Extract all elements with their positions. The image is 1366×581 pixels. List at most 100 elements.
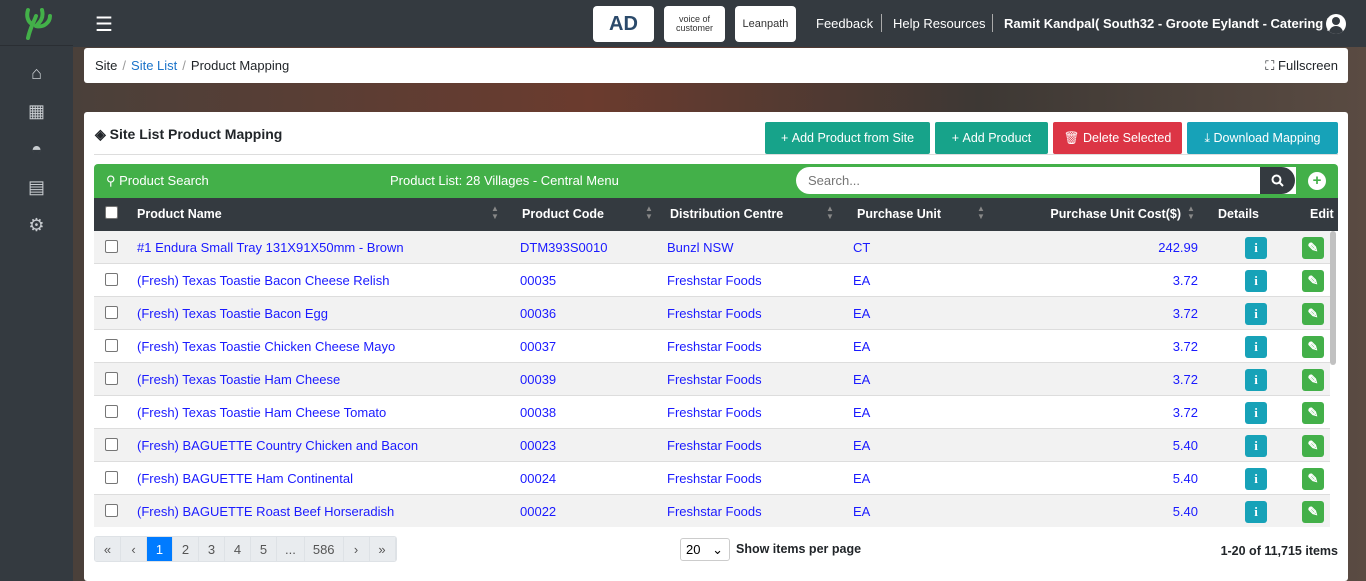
info-icon[interactable]: i <box>1245 303 1267 325</box>
add-circle-icon[interactable]: + <box>1308 172 1326 190</box>
purchase-unit-cost[interactable]: 5.40 <box>1173 438 1198 453</box>
row-checkbox[interactable] <box>105 471 118 484</box>
table-scrollbar[interactable] <box>1330 231 1336 365</box>
product-code[interactable]: 00022 <box>520 504 556 519</box>
product-code[interactable]: 00039 <box>520 372 556 387</box>
purchase-unit[interactable]: EA <box>853 438 870 453</box>
row-checkbox[interactable] <box>105 405 118 418</box>
search-input[interactable] <box>796 167 1296 194</box>
info-icon[interactable]: i <box>1245 402 1267 424</box>
purchase-unit[interactable]: EA <box>853 306 870 321</box>
product-name[interactable]: (Fresh) Texas Toastie Bacon Cheese Relis… <box>137 273 389 288</box>
user-name[interactable]: Ramit Kandpal( South32 - Groote Eylandt … <box>1004 16 1331 31</box>
product-name[interactable]: (Fresh) Texas Toastie Ham Cheese <box>137 372 340 387</box>
product-code[interactable]: 00035 <box>520 273 556 288</box>
edit-icon[interactable]: ✎ <box>1302 369 1324 391</box>
purchase-unit-cost[interactable]: 3.72 <box>1173 339 1198 354</box>
purchase-unit[interactable]: EA <box>853 471 870 486</box>
breadcrumb-site-list[interactable]: Site List <box>131 58 177 73</box>
row-checkbox[interactable] <box>105 306 118 319</box>
edit-icon[interactable]: ✎ <box>1302 435 1324 457</box>
hamburger-icon[interactable]: ☰ <box>95 12 113 37</box>
page-button[interactable]: 586 <box>304 537 344 561</box>
distribution-centre[interactable]: Freshstar Foods <box>667 273 762 288</box>
product-name[interactable]: #1 Endura Small Tray 131X91X50mm - Brown <box>137 240 404 255</box>
product-name[interactable]: (Fresh) BAGUETTE Ham Continental <box>137 471 353 486</box>
product-name[interactable]: (Fresh) Texas Toastie Bacon Egg <box>137 306 328 321</box>
row-checkbox[interactable] <box>105 273 118 286</box>
feedback-link[interactable]: Feedback <box>816 16 873 31</box>
distribution-centre[interactable]: Freshstar Foods <box>667 372 762 387</box>
col-purchase-unit-cost[interactable]: Purchase Unit Cost($) <box>1050 207 1181 221</box>
distribution-centre[interactable]: Freshstar Foods <box>667 504 762 519</box>
home-icon[interactable]: ⌂ <box>0 54 73 92</box>
add-product-button[interactable]: + Add Product <box>935 122 1048 154</box>
info-icon[interactable]: i <box>1245 336 1267 358</box>
info-icon[interactable]: i <box>1245 435 1267 457</box>
page-button[interactable]: ... <box>277 537 305 561</box>
page-button[interactable]: » <box>369 537 396 561</box>
product-code[interactable]: 00036 <box>520 306 556 321</box>
brand-leanpath-logo[interactable]: Leanpath <box>735 6 796 42</box>
edit-icon[interactable]: ✎ <box>1302 501 1324 523</box>
distribution-centre[interactable]: Freshstar Foods <box>667 339 762 354</box>
purchase-unit-cost[interactable]: 3.72 <box>1173 306 1198 321</box>
page-button[interactable]: › <box>343 537 370 561</box>
distribution-centre[interactable]: Freshstar Foods <box>667 471 762 486</box>
product-name[interactable]: (Fresh) Texas Toastie Ham Cheese Tomato <box>137 405 386 420</box>
purchase-unit-cost[interactable]: 3.72 <box>1173 405 1198 420</box>
distribution-centre[interactable]: Freshstar Foods <box>667 405 762 420</box>
page-button[interactable]: 1 <box>147 537 173 561</box>
edit-icon[interactable]: ✎ <box>1302 336 1324 358</box>
col-product-code[interactable]: Product Code <box>522 207 604 221</box>
gear-icon[interactable]: ⚙ <box>0 206 73 244</box>
table-icon[interactable]: ▤ <box>0 168 73 206</box>
page-button[interactable]: 4 <box>225 537 251 561</box>
row-checkbox[interactable] <box>105 339 118 352</box>
col-purchase-unit[interactable]: Purchase Unit <box>857 207 941 221</box>
col-product-name[interactable]: Product Name <box>137 207 222 221</box>
brand-voice-of-customer-logo[interactable]: voice of customer <box>664 6 725 42</box>
edit-icon[interactable]: ✎ <box>1302 270 1324 292</box>
purchase-unit[interactable]: EA <box>853 504 870 519</box>
purchase-unit[interactable]: CT <box>853 240 870 255</box>
product-code[interactable]: 00023 <box>520 438 556 453</box>
edit-icon[interactable]: ✎ <box>1302 468 1324 490</box>
edit-icon[interactable]: ✎ <box>1302 402 1324 424</box>
help-resources-link[interactable]: Help Resources <box>893 16 986 31</box>
distribution-centre[interactable]: Freshstar Foods <box>667 306 762 321</box>
fullscreen-button[interactable]: ⛶ Fullscreen <box>1265 58 1338 74</box>
purchase-unit-cost[interactable]: 3.72 <box>1173 273 1198 288</box>
purchase-unit[interactable]: EA <box>853 273 870 288</box>
purchase-unit-cost[interactable]: 5.40 <box>1173 504 1198 519</box>
purchase-unit-cost[interactable]: 3.72 <box>1173 372 1198 387</box>
user-avatar-icon[interactable] <box>1326 14 1346 34</box>
edit-icon[interactable]: ✎ <box>1302 237 1324 259</box>
select-all-checkbox[interactable] <box>105 206 118 219</box>
col-distribution-centre[interactable]: Distribution Centre <box>670 207 783 221</box>
add-product-from-site-button[interactable]: + Add Product from Site <box>765 122 930 154</box>
row-checkbox[interactable] <box>105 504 118 517</box>
page-button[interactable]: ‹ <box>121 537 147 561</box>
brand-ad-logo[interactable]: AD <box>593 6 654 42</box>
purchase-unit-cost[interactable]: 5.40 <box>1173 471 1198 486</box>
row-checkbox[interactable] <box>105 372 118 385</box>
product-name[interactable]: (Fresh) Texas Toastie Chicken Cheese May… <box>137 339 395 354</box>
boxes-icon[interactable]: ▦ <box>0 92 73 130</box>
product-name[interactable]: (Fresh) BAGUETTE Roast Beef Horseradish <box>137 504 394 519</box>
distribution-centre[interactable]: Bunzl NSW <box>667 240 733 255</box>
purchase-unit[interactable]: EA <box>853 339 870 354</box>
info-icon[interactable]: i <box>1245 369 1267 391</box>
row-checkbox[interactable] <box>105 438 118 451</box>
page-button[interactable]: 3 <box>199 537 225 561</box>
search-button[interactable] <box>1260 167 1295 194</box>
delete-selected-button[interactable]: 🗑 Delete Selected <box>1053 122 1182 154</box>
purchase-unit-cost[interactable]: 242.99 <box>1158 240 1198 255</box>
product-code[interactable]: 00038 <box>520 405 556 420</box>
download-mapping-button[interactable]: ⤓ Download Mapping <box>1187 122 1338 154</box>
food-bowl-icon[interactable]: ◓ <box>0 130 73 168</box>
product-code[interactable]: 00037 <box>520 339 556 354</box>
product-code[interactable]: DTM393S0010 <box>520 240 607 255</box>
breadcrumb-site[interactable]: Site <box>95 58 117 73</box>
distribution-centre[interactable]: Freshstar Foods <box>667 438 762 453</box>
